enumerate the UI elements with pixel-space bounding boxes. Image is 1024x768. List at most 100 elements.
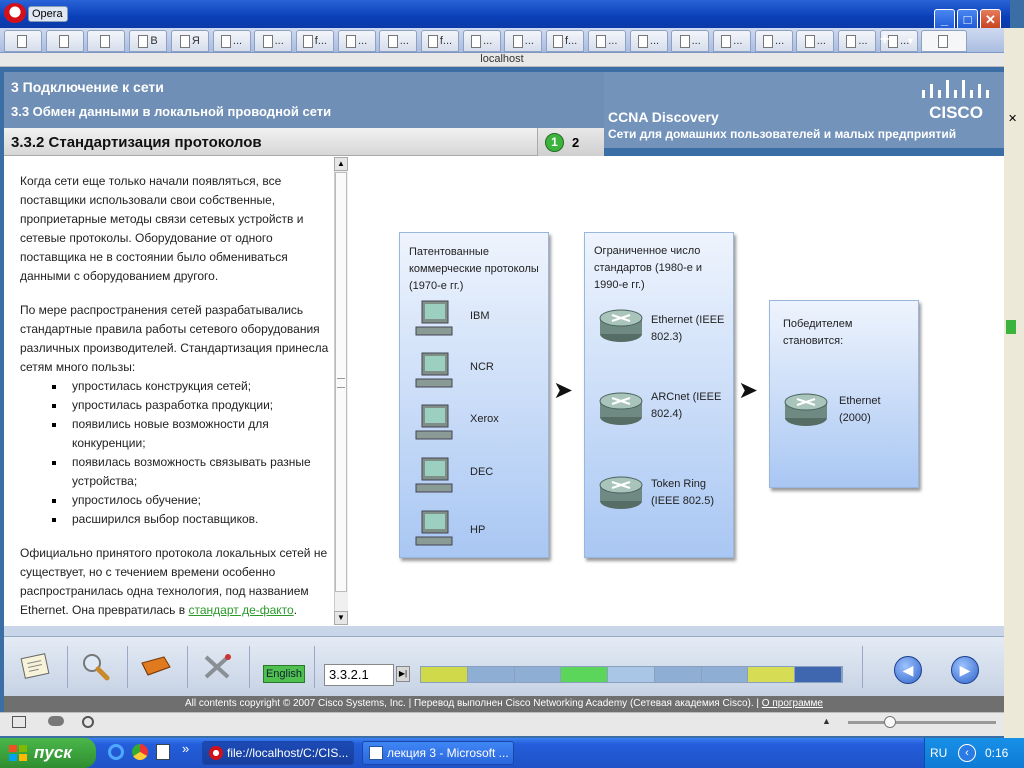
taskbar-item-opera[interactable]: file://localhost/C:/CIS... — [202, 741, 354, 765]
page-icon — [512, 34, 523, 48]
page-icon — [596, 34, 607, 48]
notes-icon[interactable] — [10, 646, 62, 688]
browser-tab[interactable]: ... — [629, 30, 668, 52]
speed-dial-icon[interactable] — [82, 716, 94, 728]
tab-label: ... — [775, 35, 785, 47]
progress-segment[interactable] — [654, 667, 702, 682]
page-icon — [938, 34, 949, 48]
winner-label: Ethernet (2000) — [839, 395, 881, 424]
progress-segment[interactable] — [608, 667, 655, 682]
toolbar-separator — [249, 646, 250, 688]
browser-tab[interactable]: f... — [295, 30, 334, 52]
tab-label: f... — [439, 35, 453, 47]
browser-tab[interactable]: ... — [671, 30, 710, 52]
page-icon — [763, 34, 773, 48]
tools-icon[interactable] — [192, 646, 244, 688]
col2-title: Ограниченное число стандартов (1980-е и … — [594, 245, 703, 291]
taskbar-item-label: file://localhost/C:/CIS... — [227, 746, 349, 760]
paragraph-2: По мере распространения сетей разрабатыв… — [20, 303, 329, 374]
product-name: CCNA Discovery — [608, 109, 719, 125]
tray-collapse-icon[interactable]: ‹ — [958, 744, 976, 762]
page-icon — [220, 34, 231, 48]
standard-label: Ethernet (IEEE 802.3) — [651, 314, 725, 343]
opera-logo-icon[interactable] — [4, 3, 26, 23]
panel-toggle-icon[interactable] — [12, 716, 26, 728]
zoom-slider-handle[interactable] — [884, 716, 896, 728]
router-icon — [599, 309, 643, 342]
lesson-text: Когда сети еще только начали появляться,… — [20, 172, 332, 635]
close-panel-icon[interactable]: ✕ — [1008, 112, 1017, 125]
computer-icon — [415, 457, 453, 493]
browser-tab[interactable] — [87, 30, 126, 52]
browser-tab[interactable] — [4, 30, 42, 52]
quicklaunch-overflow[interactable]: » — [182, 741, 189, 756]
go-to-page-button[interactable]: ▶| — [396, 666, 410, 682]
browser-tab[interactable]: ... — [838, 30, 876, 52]
close-window-button[interactable]: ✕ — [980, 9, 1001, 30]
tab-label: ... — [733, 35, 743, 47]
language-button[interactable]: English — [263, 665, 305, 683]
page-number-input[interactable]: 3.3.2.1 — [324, 664, 394, 686]
page-tab-1[interactable]: 1 — [545, 133, 564, 152]
minimize-button[interactable]: _ — [934, 9, 955, 30]
standard-label: Token Ring (IEEE 802.5) — [651, 478, 714, 507]
tab-list-chevron-icon[interactable]: ▼ — [906, 36, 915, 46]
browser-tab[interactable] — [921, 30, 968, 52]
opera-menu-button[interactable]: Opera — [28, 6, 68, 22]
address-bar[interactable]: localhost — [0, 53, 1004, 67]
glossary-book-icon[interactable] — [130, 646, 182, 688]
browser-tab[interactable]: f... — [546, 30, 585, 52]
col3-title: Победителем становится: — [783, 318, 853, 347]
tab-label: ... — [649, 35, 660, 47]
media-quicklaunch-icon[interactable] — [156, 744, 170, 760]
scroll-up-button[interactable]: ▲ — [334, 157, 348, 171]
progress-segment[interactable] — [701, 667, 749, 682]
page-icon — [679, 34, 690, 48]
page-icon — [138, 34, 149, 48]
browser-tab[interactable]: ... — [712, 30, 751, 52]
ie-quicklaunch-icon[interactable] — [108, 744, 124, 760]
new-tab-button[interactable]: + — [880, 31, 889, 49]
search-icon[interactable] — [70, 646, 122, 688]
browser-tab[interactable]: ... — [504, 30, 543, 52]
list-item: появились новые возможности для конкурен… — [50, 415, 332, 453]
browser-tab[interactable]: В — [129, 30, 168, 52]
browser-tab[interactable] — [45, 30, 84, 52]
browser-tab[interactable]: ... — [796, 30, 835, 52]
browser-tab[interactable]: ... — [379, 30, 418, 52]
browser-tab[interactable]: ... — [587, 30, 626, 52]
progress-segment[interactable] — [561, 667, 609, 682]
cloud-icon[interactable] — [48, 716, 64, 726]
chrome-quicklaunch-icon[interactable] — [132, 744, 148, 760]
vendor-label: Xerox — [470, 413, 499, 425]
page-tab-2[interactable]: 2 — [572, 135, 579, 150]
next-page-button[interactable]: ▶ — [951, 656, 979, 684]
svg-text:CISCO: CISCO — [929, 103, 983, 122]
about-link[interactable]: О программе — [762, 698, 823, 709]
router-icon — [784, 393, 828, 426]
progress-segment[interactable] — [795, 667, 843, 682]
progress-segment[interactable] — [467, 667, 515, 682]
browser-tab[interactable]: Я — [170, 30, 209, 52]
browser-tab[interactable]: ... — [337, 30, 376, 52]
previous-page-button[interactable]: ◀ — [894, 656, 922, 684]
scroll-down-button[interactable]: ▼ — [334, 611, 348, 625]
progress-segment[interactable] — [514, 667, 562, 682]
browser-tab[interactable]: ... — [254, 30, 293, 52]
taskbar-item-word[interactable]: лекция 3 - Microsoft ... — [362, 741, 514, 765]
page-icon — [888, 34, 899, 48]
progress-segment[interactable] — [748, 667, 796, 682]
clock: 0:16 — [985, 746, 1009, 760]
progress-bar[interactable] — [420, 666, 843, 683]
browser-tab[interactable]: ... — [212, 30, 251, 52]
browser-tab[interactable]: ... — [462, 30, 501, 52]
scrollbar-grip-icon — [337, 378, 345, 388]
progress-segment[interactable] — [421, 667, 468, 682]
zoom-slider[interactable] — [848, 721, 996, 724]
keyboard-language[interactable]: RU — [930, 746, 947, 760]
browser-tab[interactable]: ... — [754, 30, 793, 52]
de-facto-standard-link[interactable]: стандарт де-факто — [188, 603, 293, 617]
zoom-up-icon[interactable]: ▲ — [822, 716, 831, 726]
browser-tab[interactable]: f... — [421, 30, 459, 52]
maximize-button[interactable]: □ — [957, 9, 978, 30]
